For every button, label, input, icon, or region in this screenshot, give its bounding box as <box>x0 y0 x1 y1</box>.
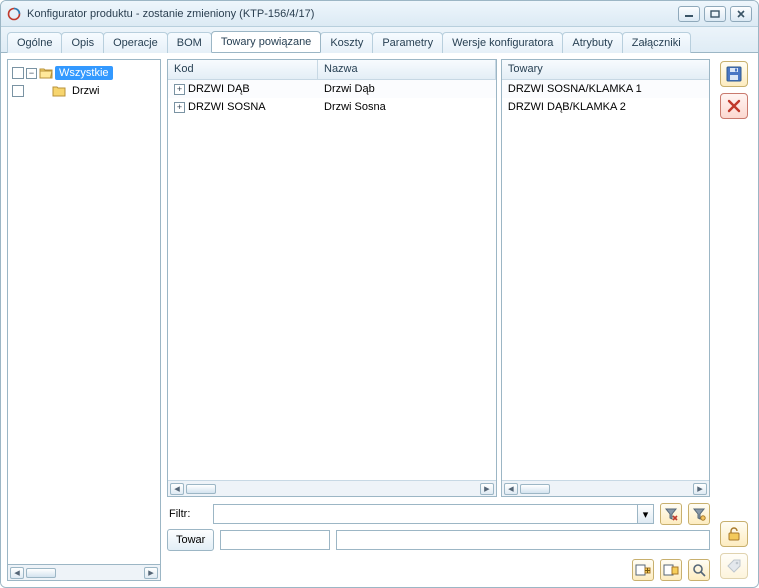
scroll-right-icon[interactable]: ▸ <box>144 567 158 579</box>
scroll-thumb[interactable] <box>26 568 56 578</box>
tab-atrybuty[interactable]: Atrybuty <box>562 32 622 53</box>
tab-bar: Ogólne Opis Operacje BOM Towary powiązan… <box>1 27 758 52</box>
tree-label-root[interactable]: Wszystkie <box>55 66 113 80</box>
cell-nazwa: Drzwi Sosna <box>318 99 496 115</box>
cell-towary: DRZWI SOSNA/KLAMKA 1 <box>502 81 709 97</box>
close-button[interactable] <box>730 6 752 22</box>
lock-open-icon <box>726 526 742 542</box>
attach-button[interactable] <box>720 553 748 579</box>
grid-right-hscrollbar[interactable]: ◂ ▸ <box>502 480 709 496</box>
minimize-button[interactable] <box>678 6 700 22</box>
magnifier-icon <box>692 563 706 577</box>
center-pane: Kod Nazwa + DRZWI DĄB Drzwi Dąb <box>167 59 710 581</box>
scroll-thumb[interactable] <box>520 484 550 494</box>
grid-right-header: Towary <box>502 60 709 80</box>
tree-checkbox[interactable] <box>12 85 24 97</box>
tab-zalaczniki[interactable]: Załączniki <box>622 32 691 53</box>
towar-code-input[interactable] <box>220 530 330 550</box>
scroll-left-icon[interactable]: ◂ <box>10 567 24 579</box>
tab-parametry[interactable]: Parametry <box>372 32 443 53</box>
app-icon <box>7 7 21 21</box>
cell-nazwa: Drzwi Dąb <box>318 81 496 97</box>
grid-left-rows[interactable]: + DRZWI DĄB Drzwi Dąb + DRZWI SOSNA Drzw… <box>168 80 496 480</box>
grid-row[interactable]: + DRZWI SOSNA Drzwi Sosna <box>168 98 496 116</box>
row-expand-icon[interactable]: + <box>174 84 185 95</box>
towar-button[interactable]: Towar <box>167 529 214 551</box>
filter-combo[interactable]: ▾ <box>213 504 654 524</box>
funnel-edit-icon <box>692 507 706 521</box>
unlock-button[interactable] <box>720 521 748 547</box>
filter-bar: Filtr: ▾ <box>167 503 710 525</box>
grid-left-header: Kod Nazwa <box>168 60 496 80</box>
col-towary[interactable]: Towary <box>502 60 709 79</box>
tab-opis[interactable]: Opis <box>61 32 104 53</box>
app-window: Konfigurator produktu - zostanie zmienio… <box>0 0 759 588</box>
scroll-right-icon[interactable]: ▸ <box>480 483 494 495</box>
grid-right-rows[interactable]: DRZWI SOSNA/KLAMKA 1 DRZWI DĄB/KLAMKA 2 <box>502 80 709 480</box>
tab-bom[interactable]: BOM <box>167 32 212 53</box>
add-item-icon <box>635 563 651 577</box>
tree-checkbox[interactable] <box>12 67 24 79</box>
grid-left-hscrollbar[interactable]: ◂ ▸ <box>168 480 496 496</box>
filter-edit-button[interactable] <box>688 503 710 525</box>
search-button[interactable] <box>688 559 710 581</box>
tab-wersje[interactable]: Wersje konfiguratora <box>442 32 563 53</box>
grid-towary: Towary DRZWI SOSNA/KLAMKA 1 DRZWI DĄB/KL… <box>501 59 710 497</box>
filter-label: Filtr: <box>167 508 207 520</box>
folder-open-icon <box>39 67 53 79</box>
window-buttons <box>678 6 752 22</box>
grids-wrap: Kod Nazwa + DRZWI DĄB Drzwi Dąb <box>167 59 710 497</box>
tag-icon <box>726 558 742 574</box>
floppy-icon <box>726 66 742 82</box>
grid-row[interactable]: + DRZWI DĄB Drzwi Dąb <box>168 80 496 98</box>
tree-pane: − Wszystkie Drzwi ◂ <box>7 59 161 581</box>
edit-item-icon <box>663 563 679 577</box>
window-title: Konfigurator produktu - zostanie zmienio… <box>27 8 672 20</box>
tab-content: − Wszystkie Drzwi ◂ <box>1 52 758 587</box>
folder-icon <box>52 85 66 97</box>
tab-towary-powiazane[interactable]: Towary powiązane <box>211 31 322 52</box>
maximize-button[interactable] <box>704 6 726 22</box>
action-row <box>167 559 710 581</box>
tree-row-root[interactable]: − Wszystkie <box>10 64 158 82</box>
x-icon <box>727 99 741 113</box>
tab-ogolne[interactable]: Ogólne <box>7 32 62 53</box>
towar-name-input[interactable] <box>336 530 710 550</box>
side-toolbar <box>716 59 752 581</box>
row-expand-icon[interactable]: + <box>174 102 185 113</box>
cell-kod: DRZWI DĄB <box>188 83 250 95</box>
category-tree[interactable]: − Wszystkie Drzwi <box>7 59 161 565</box>
save-button[interactable] <box>720 61 748 87</box>
cell-towary: DRZWI DĄB/KLAMKA 2 <box>502 99 709 115</box>
tree-row-child[interactable]: Drzwi <box>10 82 158 100</box>
towar-bar: Towar <box>167 529 710 551</box>
dropdown-icon[interactable]: ▾ <box>637 505 653 523</box>
add-button[interactable] <box>632 559 654 581</box>
tree-label-child[interactable]: Drzwi <box>68 84 104 98</box>
filter-input[interactable] <box>214 505 637 523</box>
scroll-left-icon[interactable]: ◂ <box>504 483 518 495</box>
tree-hscrollbar[interactable]: ◂ ▸ <box>7 565 161 581</box>
titlebar: Konfigurator produktu - zostanie zmienio… <box>1 1 758 27</box>
grid-row[interactable]: DRZWI SOSNA/KLAMKA 1 <box>502 80 709 98</box>
scroll-thumb[interactable] <box>186 484 216 494</box>
filter-clear-button[interactable] <box>660 503 682 525</box>
edit-button[interactable] <box>660 559 682 581</box>
tree-collapse-icon[interactable]: − <box>26 68 37 79</box>
grid-row[interactable]: DRZWI DĄB/KLAMKA 2 <box>502 98 709 116</box>
scroll-right-icon[interactable]: ▸ <box>693 483 707 495</box>
grid-kod-nazwa: Kod Nazwa + DRZWI DĄB Drzwi Dąb <box>167 59 497 497</box>
tree-spacer <box>26 86 37 97</box>
col-kod[interactable]: Kod <box>168 60 318 79</box>
funnel-clear-icon <box>664 507 678 521</box>
tab-operacje[interactable]: Operacje <box>103 32 168 53</box>
scroll-left-icon[interactable]: ◂ <box>170 483 184 495</box>
tab-koszty[interactable]: Koszty <box>320 32 373 53</box>
delete-button[interactable] <box>720 93 748 119</box>
cell-kod: DRZWI SOSNA <box>188 101 266 113</box>
col-nazwa[interactable]: Nazwa <box>318 60 496 79</box>
